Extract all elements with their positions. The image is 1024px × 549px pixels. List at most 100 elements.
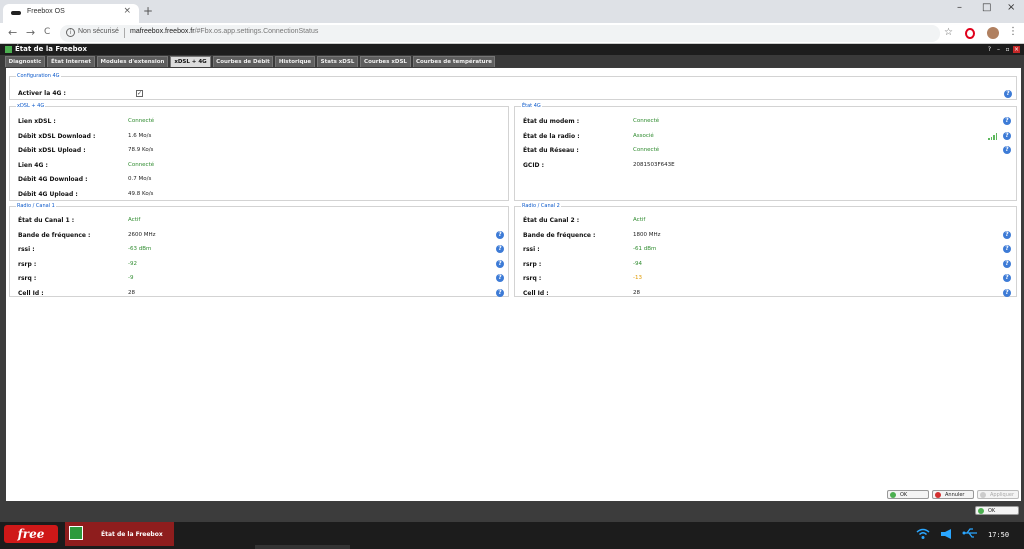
row-value: 0.7 Mo/s	[128, 176, 152, 182]
tab-courbes-xdsl[interactable]: Courbes xDSL	[360, 56, 411, 67]
help-icon[interactable]: ?	[1003, 117, 1011, 125]
tab-courbes-temperature[interactable]: Courbes de température	[413, 56, 495, 67]
taskbar-item-label: État de la Freebox	[101, 531, 163, 538]
tab-historique[interactable]: Historique	[275, 56, 315, 67]
megaphone-icon[interactable]	[940, 528, 954, 543]
window-ok-button[interactable]: OK	[975, 506, 1019, 515]
row-label: Lien xDSL :	[18, 118, 56, 125]
tab-diagnostic[interactable]: Diagnostic	[5, 56, 45, 67]
help-icon[interactable]: ?	[496, 274, 504, 282]
minimize-app-button[interactable]: –	[995, 46, 1002, 53]
address-bar[interactable]: i Non sécurisé mafreebox.freebox.fr/#Fbx…	[60, 25, 940, 42]
help-icon[interactable]: ?	[1003, 274, 1011, 282]
row-value: 2600 MHz	[128, 232, 156, 238]
row-value: 49.8 Ko/s	[128, 191, 154, 197]
xdsl-4g-section: xDSL + 4G Lien xDSL : Connecté Débit xDSL…	[9, 103, 509, 201]
profile-avatar[interactable]	[987, 27, 999, 39]
taskbar-item-etat-freebox[interactable]: État de la Freebox	[65, 522, 174, 546]
activer-4g-checkbox[interactable]: ✓	[136, 90, 143, 97]
xdsl-4g-legend: xDSL + 4G	[17, 103, 45, 109]
dialog-button-bar: OK Annuler Appliquer OK	[0, 490, 1024, 522]
tab-xdsl-4g[interactable]: xDSL + 4G	[170, 56, 211, 67]
tab-modules-extension[interactable]: Modules d'extension	[97, 56, 168, 67]
cancel-button[interactable]: Annuler	[932, 490, 974, 499]
bookmark-star-icon[interactable]: ☆	[944, 27, 953, 38]
help-icon[interactable]: ?	[496, 245, 504, 253]
free-logo-button[interactable]: free	[4, 525, 58, 543]
minimize-window-button[interactable]: –	[957, 2, 962, 13]
maximize-app-button[interactable]: ▫	[1004, 46, 1011, 53]
canal-1-row: rsrq : -9?	[18, 274, 508, 285]
tab-stats-xdsl[interactable]: Stats xDSL	[317, 56, 358, 67]
tab-courbes-debit[interactable]: Courbes de Débit	[213, 56, 273, 67]
row-value: -13	[633, 275, 642, 281]
usb-icon[interactable]	[962, 528, 978, 541]
row-value: -94	[633, 261, 642, 267]
close-tab-icon[interactable]: ×	[123, 6, 131, 16]
etat-4g-legend: État 4G	[522, 103, 541, 109]
help-icon[interactable]: ?	[1003, 231, 1011, 239]
canal-2-row: rssi : -61 dBm?	[523, 245, 1013, 256]
tab-etat-internet[interactable]: État Internet	[47, 56, 95, 67]
help-icon[interactable]: ?	[1003, 132, 1011, 140]
row-value: -63 dBm	[128, 246, 152, 252]
help-icon[interactable]: ?	[1003, 289, 1011, 297]
apply-icon	[980, 492, 986, 498]
close-app-button[interactable]: ×	[1013, 46, 1020, 53]
row-label: rsrq :	[523, 275, 542, 282]
help-icon[interactable]: ?	[496, 260, 504, 268]
row-value: -92	[128, 261, 137, 267]
row-label: Cell Id :	[523, 290, 549, 297]
help-window-button[interactable]: ?	[986, 46, 993, 53]
freebox-app-icon	[5, 46, 12, 53]
row-label: Débit 4G Download :	[18, 176, 88, 183]
browser-tab[interactable]: Freebox OS ×	[3, 4, 139, 23]
freebox-favicon-icon	[11, 11, 21, 15]
help-icon[interactable]: ?	[1003, 245, 1011, 253]
browser-tab-title: Freebox OS	[27, 8, 65, 15]
security-label: Non sécurisé	[78, 28, 119, 35]
url-text[interactable]: mafreebox.freebox.fr/#Fbx.os.app.setting…	[130, 28, 318, 35]
row-label: Débit xDSL Download :	[18, 133, 96, 140]
row-label: rsrp :	[523, 261, 542, 268]
info-icon[interactable]: i	[66, 28, 75, 37]
close-window-button[interactable]: ×	[1007, 2, 1015, 13]
row-value: 28	[128, 290, 135, 296]
opera-extension-icon[interactable]	[965, 28, 975, 39]
browser-menu-icon[interactable]: ⋮	[1008, 26, 1018, 37]
url-path: /#Fbx.os.app.settings.ConnectionStatus	[194, 28, 319, 35]
signal-bars-icon	[988, 133, 998, 140]
help-icon[interactable]: ?	[1004, 90, 1012, 98]
apply-button[interactable]: Appliquer	[977, 490, 1019, 499]
row-value: 28	[633, 290, 640, 296]
help-icon[interactable]: ?	[1003, 260, 1011, 268]
ok-check-icon	[890, 492, 896, 498]
forward-icon[interactable]: →	[26, 26, 35, 39]
canal-1-section: Radio / Canal 1 État du Canal 1 : Actif B…	[9, 203, 509, 297]
taskbar: free État de la Freebox 17:50	[0, 522, 1024, 549]
etat-4g-section: État 4G État du modem : Connecté? État de…	[514, 103, 1017, 201]
row-label: GCID :	[523, 162, 545, 169]
app-titlebar: État de la Freebox ? – ▫ ×	[0, 44, 1024, 55]
wifi-icon[interactable]	[916, 528, 930, 543]
new-tab-button[interactable]: +	[143, 4, 153, 18]
apply-button-label: Appliquer	[990, 492, 1015, 498]
ok-button[interactable]: OK	[887, 490, 929, 499]
reload-icon[interactable]: C	[44, 27, 50, 37]
row-label: État du modem :	[523, 118, 580, 125]
activer-4g-row: Activer la 4G : ✓ ?	[18, 90, 1012, 100]
maximize-window-button[interactable]: □	[982, 2, 991, 13]
window-ok-label: OK	[988, 508, 996, 514]
help-icon[interactable]: ?	[1003, 146, 1011, 154]
cancel-x-icon	[935, 492, 941, 498]
row-label: rssi :	[18, 246, 35, 253]
help-icon[interactable]: ?	[496, 289, 504, 297]
row-value: 1800 MHz	[633, 232, 661, 238]
canal-2-row: rsrp : -94?	[523, 260, 1013, 271]
back-icon[interactable]: ←	[8, 26, 17, 39]
row-value: Actif	[633, 217, 646, 223]
row-label: Débit xDSL Upload :	[18, 147, 86, 154]
activer-4g-label: Activer la 4G :	[18, 90, 66, 97]
canal-1-legend: Radio / Canal 1	[17, 203, 55, 209]
help-icon[interactable]: ?	[496, 231, 504, 239]
